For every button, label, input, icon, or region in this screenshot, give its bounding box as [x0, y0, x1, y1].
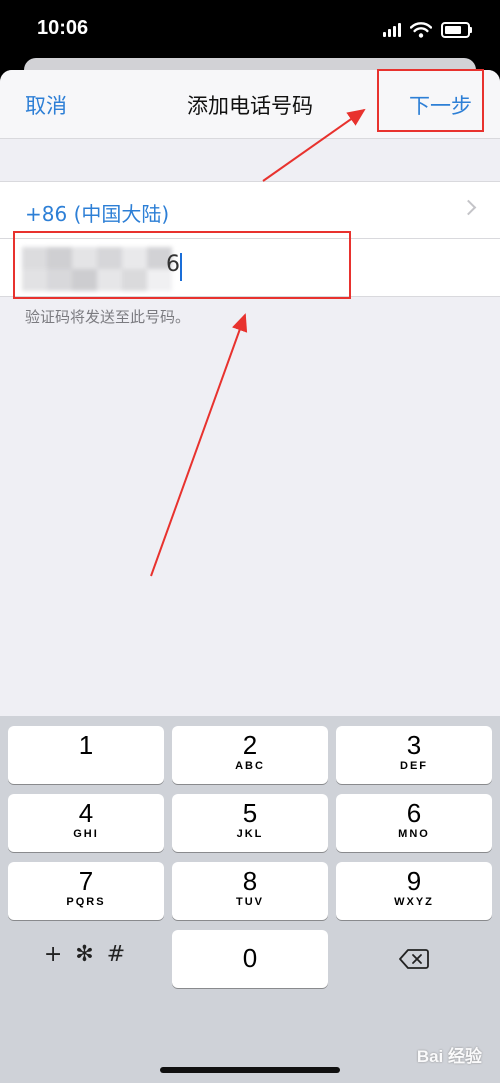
key-9[interactable]: 9 WXYZ [336, 862, 492, 920]
home-indicator[interactable] [160, 1067, 340, 1073]
key-digit: 3 [406, 730, 422, 760]
baidu-watermark: Bai 经验 [416, 1047, 482, 1066]
key-digit: 7 [78, 866, 94, 896]
key-7[interactable]: 7 PQRS [8, 862, 164, 920]
key-letters: TUV [236, 896, 264, 908]
key-digit: 6 [406, 798, 422, 828]
key-6[interactable]: 6 MNO [336, 794, 492, 852]
key-8[interactable]: 8 TUV [172, 862, 328, 920]
key-digit: 0 [242, 943, 258, 973]
key-digit: 5 [242, 798, 258, 828]
key-letters: MNO [398, 828, 430, 840]
key-5[interactable]: 5 JKL [172, 794, 328, 852]
key-letters: PQRS [66, 896, 106, 908]
key-letters: ABC [235, 760, 265, 772]
symbols-label: + ✻ # [43, 942, 129, 967]
key-1[interactable]: 1 [8, 726, 164, 784]
key-digit: 4 [78, 798, 94, 828]
symbols-key[interactable]: + ✻ # [8, 930, 164, 988]
key-digit: 1 [78, 730, 94, 760]
numeric-keypad: 1 2 ABC 3 DEF 4 GHI 5 JKL 6 MNO 7 PQRS 8… [0, 716, 500, 1083]
key-3[interactable]: 3 DEF [336, 726, 492, 784]
key-4[interactable]: 4 GHI [8, 794, 164, 852]
backspace-icon [399, 949, 429, 969]
delete-key[interactable] [336, 930, 492, 988]
key-digit: 2 [242, 730, 258, 760]
key-digit: 8 [242, 866, 258, 896]
key-letters: WXYZ [394, 896, 434, 908]
key-letters: GHI [73, 828, 99, 840]
key-0[interactable]: 0 [172, 930, 328, 988]
key-letters: JKL [236, 828, 264, 840]
key-digit: 9 [406, 866, 422, 896]
arrow-to-next [262, 108, 366, 182]
arrow-to-phone [150, 313, 248, 577]
key-2[interactable]: 2 ABC [172, 726, 328, 784]
key-letters: DEF [400, 760, 428, 772]
